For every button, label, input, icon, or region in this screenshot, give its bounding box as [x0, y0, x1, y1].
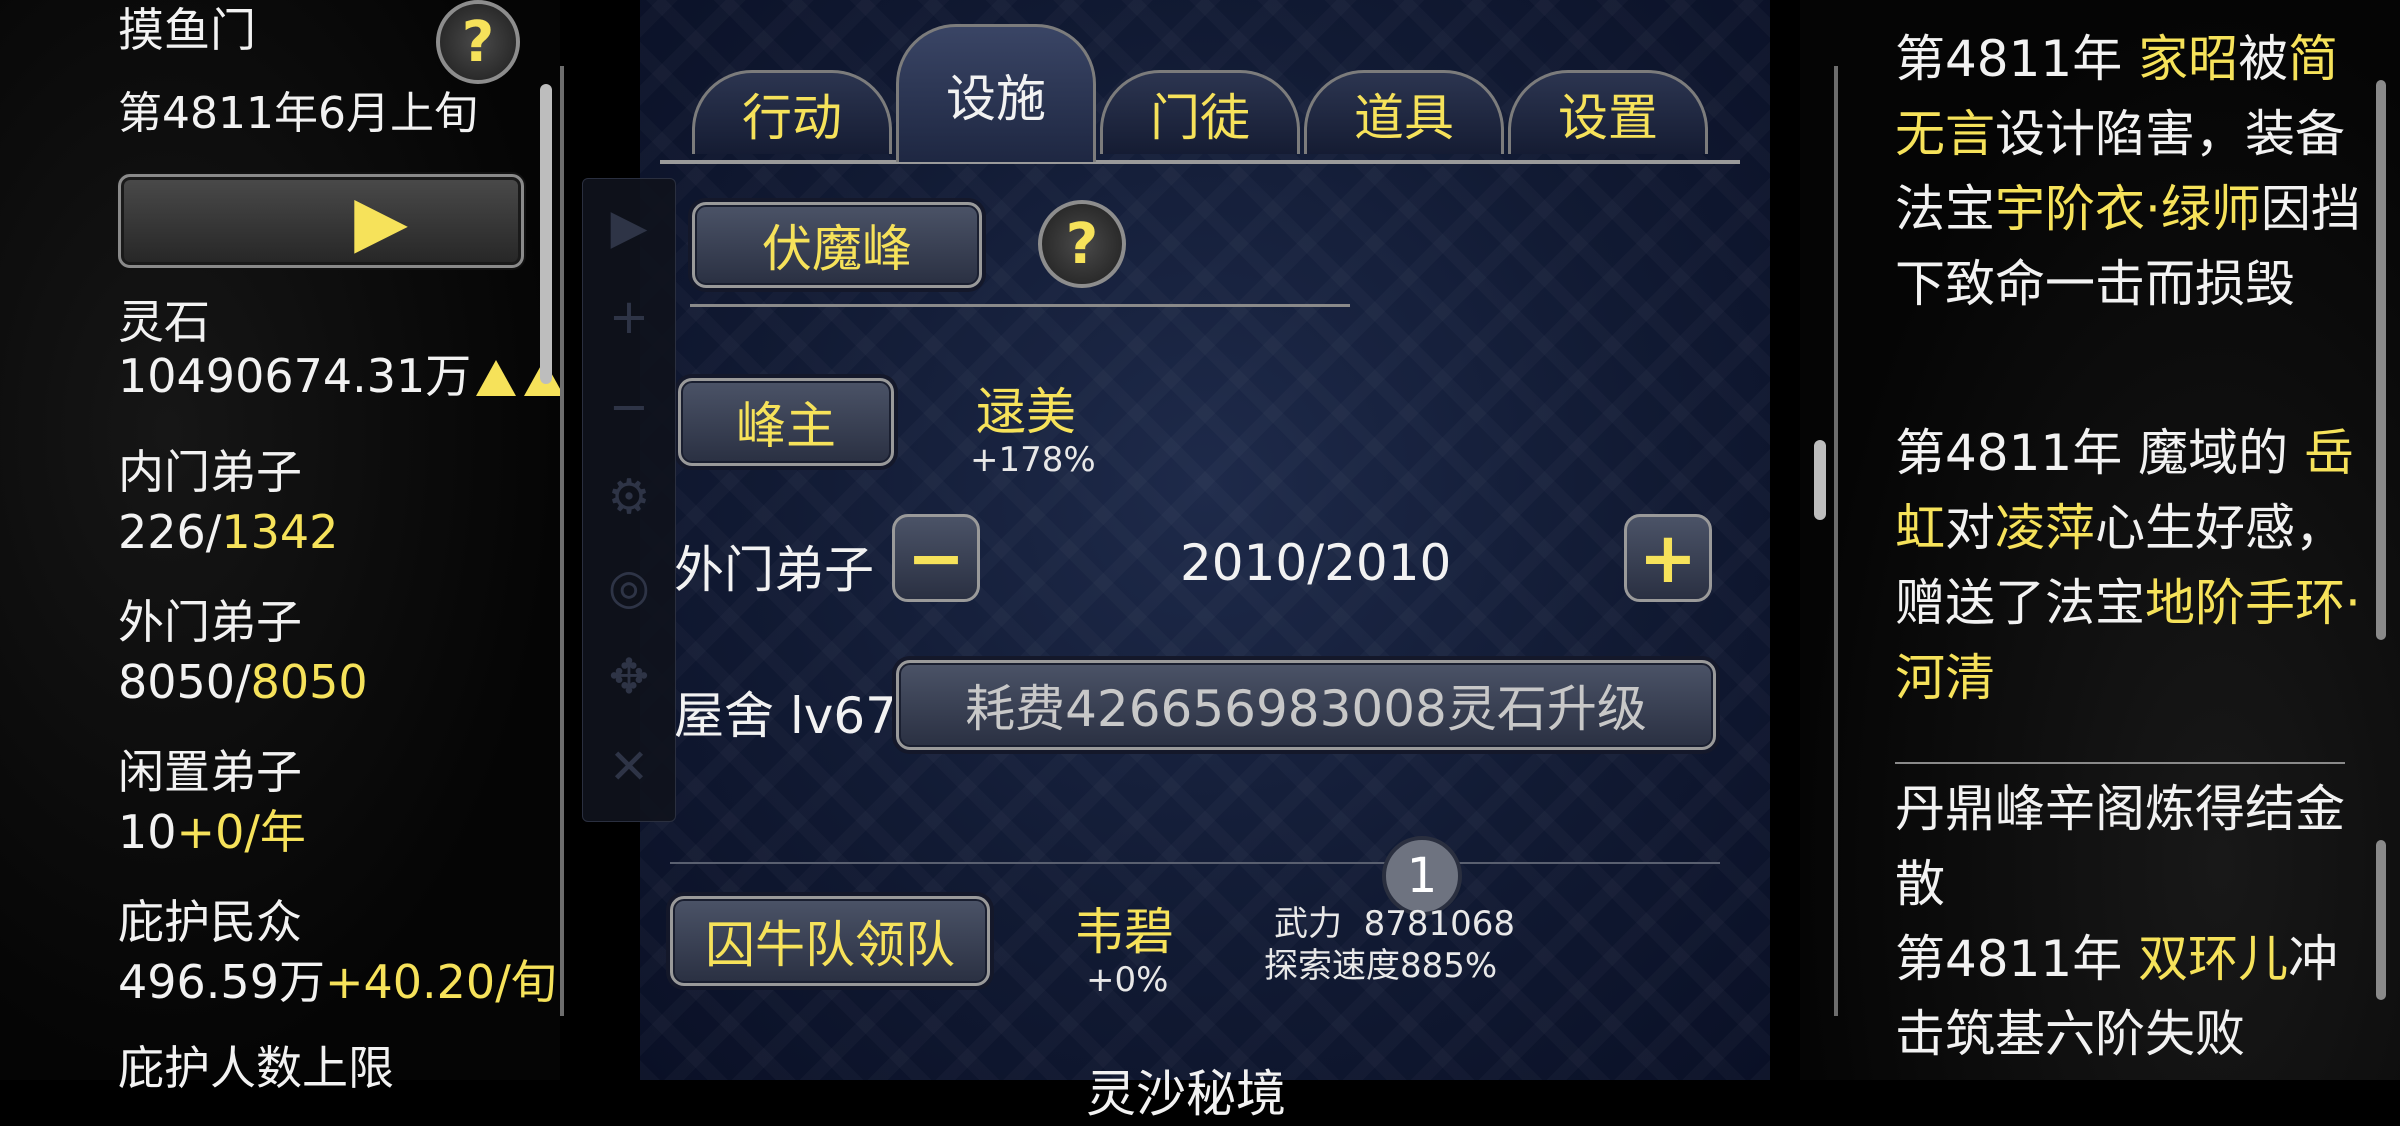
increase-button[interactable]: + — [1624, 514, 1712, 602]
tab-disciples[interactable]: 门徒 — [1100, 70, 1300, 154]
increase-arrows-icon — [476, 360, 564, 396]
facility-panel: 行动 设施 门徒 道具 设置 伏魔峰 ? 峰主 逯美 +178% 外门弟子 − … — [640, 0, 1770, 1123]
facility-help-icon[interactable]: ? — [1038, 200, 1126, 288]
left-scroll-thumb[interactable] — [540, 84, 552, 384]
log-divider — [1895, 762, 2345, 764]
team-leader-name: 韦碧 — [1074, 903, 1174, 961]
inner-disciples-label: 内门弟子 — [118, 445, 302, 499]
explore-speed-stat: 探索速度885% — [1264, 946, 1498, 986]
hide-icon[interactable]: ◎ — [583, 547, 675, 627]
log-entry: 第4811年 家昭被简无言设计陷害，装备法宝宇阶衣·绿师因挡下致命一击而损毁 — [1895, 30, 2361, 313]
left-scroll-track[interactable] — [560, 66, 564, 1016]
advance-time-button[interactable]: ▶ — [118, 174, 524, 268]
log-scroll-thumb-bottom[interactable] — [2376, 840, 2386, 1000]
decrease-button[interactable]: − — [892, 514, 980, 602]
event-log-panel: 第4811年 家昭被简无言设计陷害，装备法宝宇阶衣·绿师因挡下致命一击而损毁 第… — [1800, 0, 2400, 1080]
spirit-stone-label: 灵石 — [118, 295, 210, 349]
close-icon[interactable]: ✕ — [583, 727, 675, 807]
right-scroll-track[interactable] — [1834, 66, 1838, 1016]
peak-master-button[interactable]: 峰主 — [678, 378, 894, 466]
next-facility-label[interactable]: 灵沙秘境 — [1086, 1054, 1286, 1126]
section-divider-2 — [670, 862, 1720, 864]
idle-disciples-value: 10+0/年 — [118, 805, 306, 859]
outer-disciples-assign-value: 2010/2010 — [1180, 534, 1452, 592]
idle-disciples-label: 闲置弟子 — [118, 745, 302, 799]
tab-items[interactable]: 道具 — [1304, 70, 1504, 154]
protection-limit-label: 庇护人数上限 — [118, 1041, 394, 1095]
spirit-stone-value: 10490674.31万 — [118, 349, 472, 403]
zoom-out-icon[interactable]: − — [583, 367, 675, 447]
tab-bar-divider — [660, 160, 1740, 164]
inner-disciples-value: 226/1342 — [118, 505, 339, 559]
gear-icon[interactable]: ⚙ — [583, 457, 675, 537]
outer-disciples-label: 外门弟子 — [118, 595, 302, 649]
log-entry: 丹鼎峰辛阁炼得结金散 — [1895, 780, 2345, 913]
log-entry: 第4811年 双环儿冲击筑基六阶失败 — [1895, 930, 2339, 1063]
minus-icon: − — [906, 517, 966, 599]
zoom-in-icon[interactable]: + — [583, 277, 675, 357]
protected-people-label: 庇护民众 — [118, 895, 302, 949]
log-entry: 第4811年 魔域的 岳虹对凌萍心生好感，赠送了法宝地阶手环·河清 — [1895, 424, 2361, 707]
right-scroll-thumb[interactable] — [1814, 440, 1826, 520]
tab-action[interactable]: 行动 — [692, 70, 892, 154]
tab-facility[interactable]: 设施 — [896, 24, 1096, 162]
protected-people-value: 496.59万+40.20/旬 — [118, 955, 557, 1009]
peak-master-bonus: +178% — [970, 440, 1096, 480]
play-icon: ▶ — [354, 180, 408, 262]
sect-status-panel: 摸鱼门 ? 第4811年6月上旬 ▶ 灵石 10490674.31万 内门弟子 … — [0, 0, 564, 1094]
team-leader-bonus: +0% — [1086, 960, 1169, 1000]
section-divider — [690, 304, 1350, 307]
log-scroll-thumb-top[interactable] — [2376, 80, 2386, 640]
help-icon[interactable]: ? — [436, 0, 520, 84]
play-icon[interactable]: ▶ — [583, 187, 675, 267]
plus-icon: + — [1638, 517, 1698, 599]
tab-settings[interactable]: 设置 — [1508, 70, 1708, 154]
move-icon[interactable]: ✥ — [583, 637, 675, 717]
game-date: 第4811年6月上旬 — [118, 88, 478, 139]
upgrade-house-button[interactable]: 耗费426656983008灵石升级 — [896, 660, 1716, 750]
house-level-label: 屋舍 lv67 — [674, 687, 897, 745]
peak-master-name: 逯美 — [976, 383, 1076, 441]
outer-disciples-assign-label: 外门弟子 — [674, 541, 874, 599]
team-leader-button[interactable]: 囚牛队领队 — [670, 896, 990, 986]
floating-toolbar: ▶ + − ⚙ ◎ ✥ ✕ — [582, 178, 676, 822]
facility-name-button[interactable]: 伏魔峰 — [692, 202, 982, 288]
sect-name: 摸鱼门 — [118, 3, 256, 57]
outer-disciples-value: 8050/8050 — [118, 655, 368, 709]
